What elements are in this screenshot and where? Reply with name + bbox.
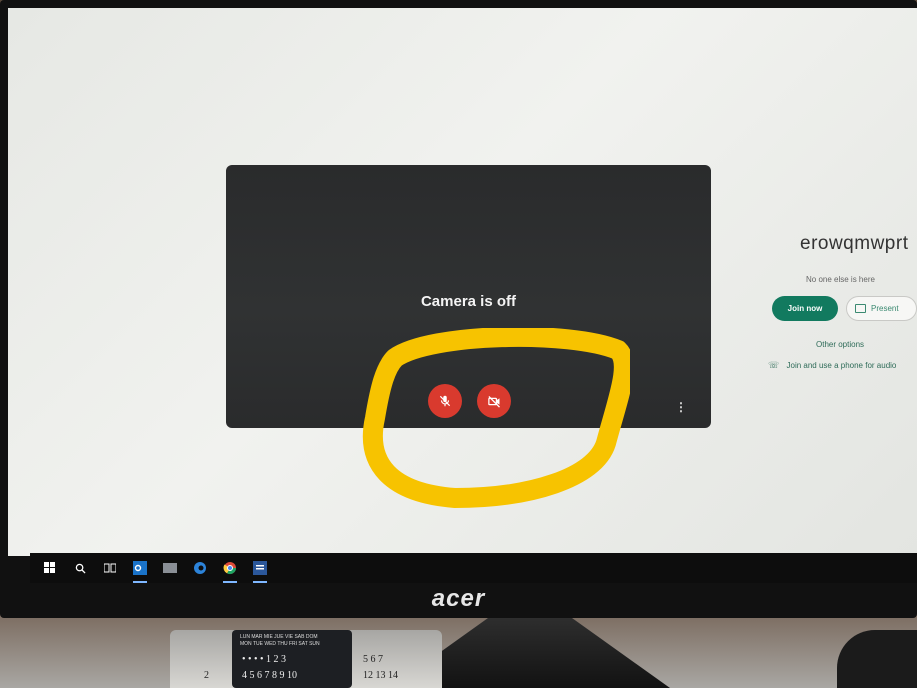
search-icon[interactable] <box>70 558 90 578</box>
word-icon[interactable] <box>250 558 270 583</box>
microphone-toggle-button[interactable] <box>428 384 462 418</box>
more-vert-icon[interactable]: ⋮ <box>675 401 687 413</box>
outlook-icon[interactable] <box>130 558 150 583</box>
calendar-left-number: 2 <box>204 670 209 681</box>
present-icon <box>855 304 866 313</box>
chrome-icon[interactable] <box>220 558 240 583</box>
camera-off-icon <box>487 395 500 408</box>
calendar-side-row-1: 5 6 7 <box>363 654 383 665</box>
windows-start-icon[interactable] <box>40 558 60 578</box>
camera-preview: Camera is off ⋮ <box>226 165 711 428</box>
monitor-brand-logo: acer <box>431 585 486 612</box>
calendar-weekdays-en: MON TUE WED THU FRI SAT SUN <box>240 641 320 647</box>
camera-toggle-button[interactable] <box>477 384 511 418</box>
phone-icon: ☏ <box>768 360 780 370</box>
meeting-name: erowqmwprt <box>800 233 909 254</box>
other-options-label: Other options <box>816 340 865 349</box>
camera-off-label: Camera is off <box>420 293 517 310</box>
mic-off-icon <box>439 395 451 407</box>
edge-icon[interactable] <box>190 558 210 578</box>
participants-status: No one else is here <box>806 275 875 284</box>
join-by-phone-link[interactable]: ☏ Join and use a phone for audio <box>768 360 896 371</box>
calendar-side-row-2: 12 13 14 <box>363 670 398 681</box>
calendar-row-2: 4 5 6 7 8 9 10 <box>242 670 297 681</box>
present-label: Present <box>871 304 899 313</box>
screen: Camera is off ⋮ erowqmwprt No one else i… <box>8 8 917 556</box>
computer-mouse <box>837 630 917 688</box>
keyboard-icon[interactable] <box>160 558 180 578</box>
calendar-weekdays: LUN MAR MIE JUE VIE SAB DOM <box>240 634 318 640</box>
desk-calendar: 2 LUN MAR MIE JUE VIE SAB DOM MON TUE WE… <box>170 630 442 688</box>
join-now-button[interactable]: Join now <box>772 296 838 321</box>
calendar-panel: LUN MAR MIE JUE VIE SAB DOM MON TUE WED … <box>232 630 352 688</box>
task-view-icon[interactable] <box>100 558 120 578</box>
present-button[interactable]: Present <box>846 296 917 321</box>
windows-taskbar <box>30 553 917 583</box>
join-by-phone-label: Join and use a phone for audio <box>786 361 897 370</box>
monitor-bezel: Camera is off ⋮ erowqmwprt No one else i… <box>0 0 917 618</box>
calendar-row-1: • • • • 1 2 3 <box>242 654 287 665</box>
